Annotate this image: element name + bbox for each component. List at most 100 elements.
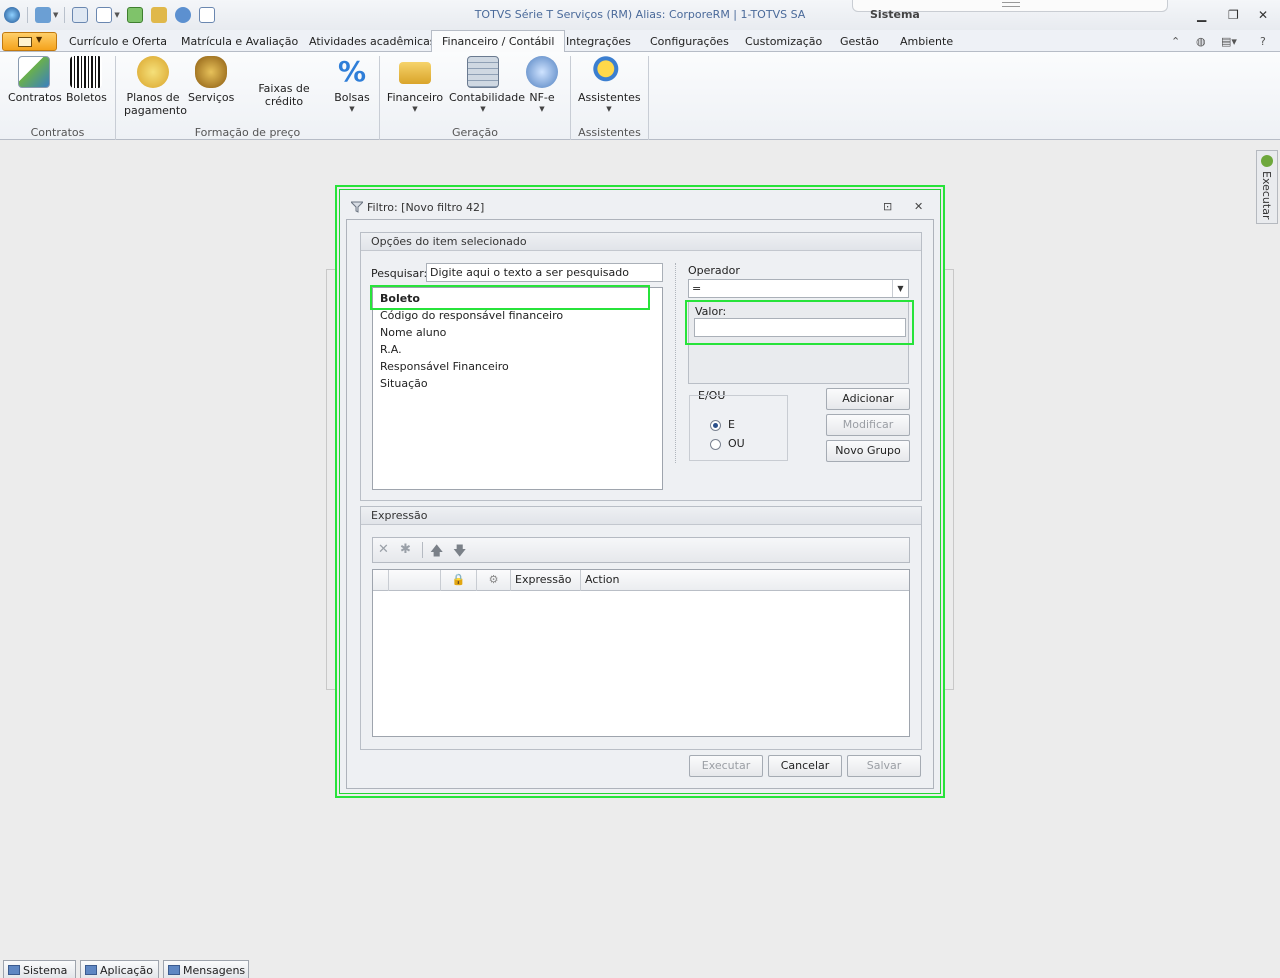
tab-financeiro[interactable]: Financeiro / Contábil	[431, 30, 566, 53]
grip-icon[interactable]	[1002, 2, 1020, 7]
add-button[interactable]: Adicionar	[826, 388, 910, 410]
tab-curriculo[interactable]: Currículo e Oferta	[69, 35, 167, 48]
run-icon	[1261, 155, 1273, 167]
radio-and[interactable]	[710, 420, 721, 431]
search-label: Pesquisar:	[371, 267, 428, 280]
boletos-button[interactable]: Boletos	[66, 56, 107, 104]
assistentes-button[interactable]: Assistentes ▼	[578, 56, 641, 114]
planos-pagamento-button[interactable]: Planos de pagamento	[124, 56, 187, 117]
gears-icon	[593, 56, 625, 88]
dialog-title: Filtro: [Novo filtro 42]	[351, 201, 484, 214]
financeiro-button[interactable]: Financeiro ▼	[386, 56, 444, 114]
status-tab-mensagens[interactable]: Mensagens	[163, 960, 249, 978]
ribbon-body: Contratos Boletos Contratos Planos de pa…	[0, 52, 1280, 140]
contract-icon	[18, 56, 50, 88]
list-item[interactable]: Responsável Financeiro	[380, 360, 509, 373]
bolsas-button[interactable]: % Bolsas ▼	[333, 56, 371, 114]
chevron-down-icon: ▼	[539, 105, 545, 113]
faixas-credito-button[interactable]: Faixas de crédito	[240, 82, 328, 108]
chevron-down-icon: ▼	[349, 105, 355, 113]
arrow-up-icon[interactable]: 🡅	[430, 542, 443, 564]
help-icon[interactable]: ?	[1260, 35, 1266, 48]
contratos-button[interactable]: Contratos	[8, 56, 62, 104]
search-input[interactable]: Digite aqui o texto a ser pesquisado	[426, 263, 663, 282]
chevron-down-icon[interactable]: ▼	[892, 280, 908, 297]
payment-plan-icon	[137, 56, 169, 88]
executar-side-panel[interactable]: Executar	[1256, 150, 1278, 224]
execute-button[interactable]: Executar	[689, 755, 763, 777]
chevron-down-icon: ▼	[606, 105, 612, 113]
grid-col-action[interactable]: Action	[581, 570, 910, 591]
group-label-assistentes: Assistentes	[578, 126, 641, 139]
monitor-icon	[85, 965, 97, 975]
tab-gestao[interactable]: Gestão	[840, 35, 879, 48]
expression-group: Expressão ✕ ✱ 🡅 🡇 🔒 ⚙ Expressão Action	[360, 506, 922, 750]
tab-configuracoes[interactable]: Configurações	[650, 35, 729, 48]
contabilidade-button[interactable]: Contabilidade ▼	[449, 56, 525, 114]
application-menu-button[interactable]: ▼	[2, 32, 57, 51]
nfe-button[interactable]: NF-e ▼	[524, 56, 560, 114]
expression-grid[interactable]: 🔒 ⚙ Expressão Action	[372, 569, 910, 737]
tab-integracoes[interactable]: Integrações	[566, 35, 631, 48]
money-bag-icon	[195, 56, 227, 88]
list-item[interactable]: Nome aluno	[380, 326, 446, 339]
group-label-formacao: Formação de preço	[194, 126, 301, 139]
menu-icon	[18, 37, 32, 47]
chevron-down-icon: ▼	[36, 35, 43, 44]
web-icon[interactable]: ◍	[1196, 35, 1206, 48]
grid-col-expression[interactable]: Expressão	[511, 570, 581, 591]
expression-toolbar: ✕ ✱ 🡅 🡇	[372, 537, 910, 563]
gear-icon: ⚙	[477, 570, 511, 591]
tab-ambiente[interactable]: Ambiente	[900, 35, 953, 48]
list-item[interactable]: R.A.	[380, 343, 402, 356]
modify-button[interactable]: Modificar	[826, 414, 910, 436]
arrow-down-icon[interactable]: 🡇	[453, 542, 466, 564]
selection-highlight	[370, 285, 650, 310]
grid-col-blank	[389, 570, 441, 591]
restore-icon[interactable]: ⊡	[883, 200, 892, 213]
options-group-header: Opções do item selecionado	[361, 233, 921, 251]
status-bar: Sistema Aplicação Mensagens	[0, 958, 1280, 978]
servicos-button[interactable]: Serviços	[188, 56, 234, 104]
new-group-button[interactable]: Novo Grupo	[826, 440, 910, 462]
messages-icon	[168, 965, 180, 975]
value-highlight	[685, 300, 914, 345]
delete-icon[interactable]: ✕	[378, 542, 389, 557]
nfe-globe-icon	[526, 56, 558, 88]
status-tab-aplicacao[interactable]: Aplicação	[80, 960, 159, 978]
radio-or[interactable]	[710, 439, 721, 450]
cancel-button[interactable]: Cancelar	[768, 755, 842, 777]
close-icon[interactable]: ✕	[1258, 8, 1268, 22]
minimize-icon[interactable]: ▁	[1197, 8, 1206, 22]
chevron-down-icon: ▼	[480, 105, 486, 113]
operator-select[interactable]: = ▼	[688, 279, 909, 298]
group-label-geracao: Geração	[451, 126, 499, 139]
barcode-icon	[70, 56, 102, 88]
fields-listbox[interactable]: Boleto Código do responsável financeiro …	[372, 287, 663, 490]
lock-icon: 🔒	[441, 570, 477, 591]
save-button[interactable]: Salvar	[847, 755, 921, 777]
tab-matricula[interactable]: Matrícula e Avaliação	[181, 35, 298, 48]
radio-and-label: E	[728, 418, 735, 431]
chevron-down-icon: ▼	[412, 105, 418, 113]
layout-icon[interactable]: ▤▾	[1221, 35, 1237, 48]
status-tab-sistema[interactable]: Sistema	[3, 960, 76, 978]
group-label-contratos: Contratos	[30, 126, 85, 139]
list-item[interactable]: Situação	[380, 377, 428, 390]
tab-customizacao[interactable]: Customização	[745, 35, 822, 48]
close-icon[interactable]: ✕	[914, 200, 923, 213]
system-label: Sistema	[870, 8, 920, 21]
title-bar: ▼ ▼ TOTVS Série T Serviços (RM) Alias: C…	[0, 0, 1280, 30]
list-item[interactable]: Código do responsável financeiro	[380, 309, 563, 322]
calculator-icon	[467, 56, 499, 88]
collapse-ribbon-icon[interactable]: ⌃	[1171, 35, 1180, 48]
options-group: Opções do item selecionado Pesquisar: Di…	[360, 232, 922, 501]
dialog-content: Opções do item selecionado Pesquisar: Di…	[346, 219, 934, 789]
radio-or-label: OU	[728, 437, 745, 450]
filter-funnel-icon	[351, 201, 363, 213]
monitor-icon	[8, 965, 20, 975]
delete-all-icon[interactable]: ✱	[400, 542, 411, 557]
tab-atividades[interactable]: Atividades acadêmicas	[309, 35, 436, 48]
restore-icon[interactable]: ❐	[1228, 8, 1239, 22]
grid-col-indicator	[373, 570, 389, 591]
